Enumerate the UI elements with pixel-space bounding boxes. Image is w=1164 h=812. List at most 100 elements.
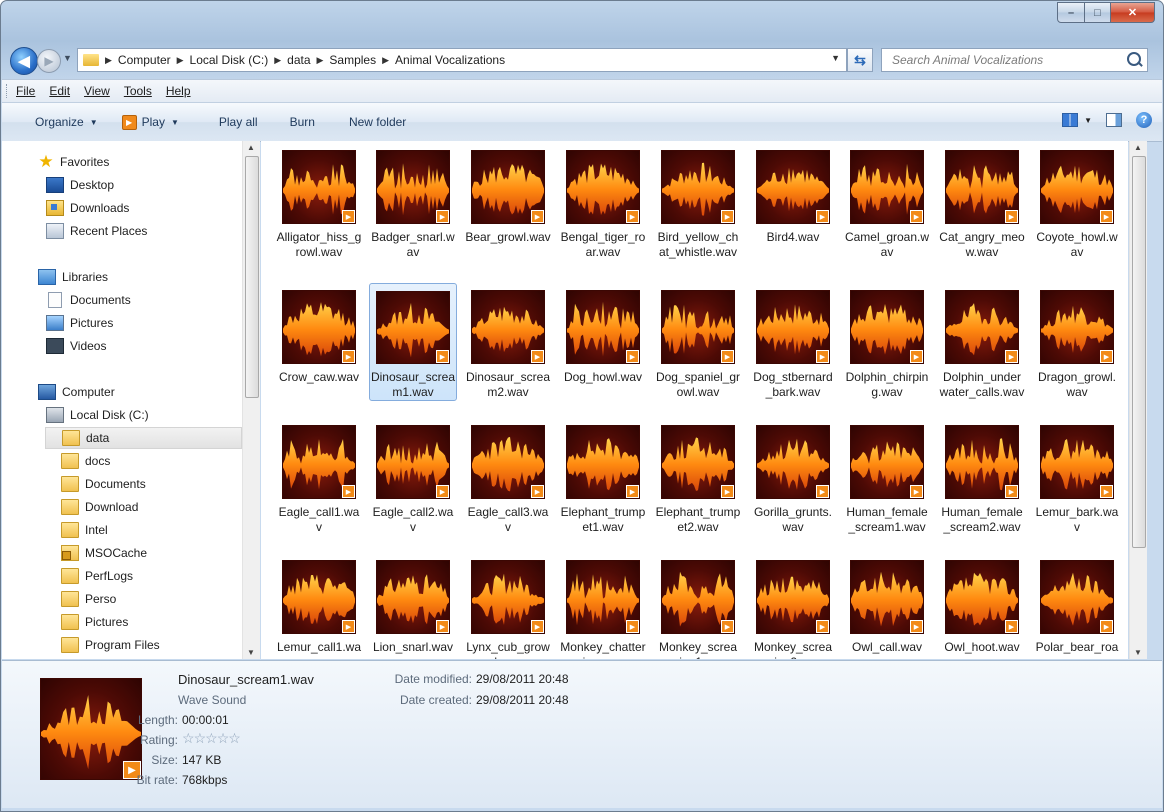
nav-item[interactable]: data [45, 427, 242, 449]
file-item[interactable]: ▶ Elephant_trumpet2.wav [654, 418, 742, 535]
nav-item[interactable]: Desktop [2, 174, 114, 196]
file-item[interactable]: ▶ Lemur_bark.wav [1033, 418, 1121, 535]
file-item[interactable]: ▶ Bird_yellow_chat_whistle.wav [654, 143, 742, 260]
file-item[interactable]: ▶ Lion_snarl.wav [369, 553, 457, 655]
file-item[interactable]: ▶ Crow_caw.wav [275, 283, 363, 385]
nav-item[interactable]: MSOCache [2, 542, 147, 564]
file-item[interactable]: ▶ Bird4.wav [749, 143, 837, 245]
breadcrumb-item[interactable]: Samples [329, 53, 376, 67]
breadcrumb-item[interactable]: Local Disk (C:) [190, 53, 269, 67]
nav-item[interactable]: Intel [2, 519, 108, 541]
file-item[interactable]: ▶ Cat_angry_meow.wav [938, 143, 1026, 260]
nav-item[interactable]: Download [2, 496, 138, 518]
new-folder-button[interactable]: New folder [349, 115, 406, 129]
file-item[interactable]: ▶ Dragon_growl.wav [1033, 283, 1121, 400]
file-item[interactable]: ▶ Eagle_call1.wav [275, 418, 363, 535]
breadcrumb-separator-icon[interactable]: ▶ [177, 55, 184, 66]
file-item[interactable]: ▶ Alligator_hiss_growl.wav [275, 143, 363, 260]
nav-item[interactable]: Recent Places [2, 220, 147, 242]
play-all-button[interactable]: Play all [219, 115, 258, 129]
breadcrumb-separator-icon[interactable]: ▶ [274, 55, 281, 66]
file-item[interactable]: ▶ Human_female_scream2.wav [938, 418, 1026, 535]
nav-item[interactable]: Pictures [2, 312, 113, 334]
file-item[interactable]: ▶ Human_female_scream1.wav [843, 418, 931, 535]
file-item[interactable]: ▶ Lynx_cub_growl.wav [464, 553, 552, 659]
file-item[interactable]: ▶ Owl_call.wav [843, 553, 931, 655]
help-icon[interactable]: ? [1136, 112, 1152, 128]
organize-button[interactable]: Organize ▼ [35, 115, 98, 129]
scroll-up-icon[interactable]: ▲ [247, 143, 255, 152]
scrollbar-thumb[interactable] [1132, 156, 1146, 548]
nav-item[interactable]: Local Disk (C:) [2, 404, 149, 426]
breadcrumb-item[interactable]: Animal Vocalizations [395, 53, 505, 67]
menu-help[interactable]: Help [166, 84, 191, 98]
menu-view[interactable]: View [84, 84, 110, 98]
change-view-button[interactable]: ▼ [1062, 113, 1092, 127]
file-item[interactable]: ▶ Dog_howl.wav [559, 283, 647, 385]
breadcrumb-separator-icon[interactable]: ▶ [382, 55, 389, 66]
file-item[interactable]: ▶ Eagle_call3.wav [464, 418, 552, 535]
file-item[interactable]: ▶ Polar_bear_roar.wav [1033, 553, 1121, 659]
nav-item[interactable]: Downloads [2, 197, 129, 219]
rating-star-icon[interactable]: ☆ [182, 730, 195, 746]
scroll-up-icon[interactable]: ▲ [1134, 143, 1142, 152]
rating-star-icon[interactable]: ☆ [205, 730, 218, 746]
breadcrumb-separator-icon[interactable]: ▶ [317, 55, 324, 66]
file-item[interactable]: ▶ Badger_snarl.wav [369, 143, 457, 260]
file-list-scrollbar[interactable]: ▲ ▼ [1129, 141, 1147, 659]
nav-item[interactable]: Libraries [2, 266, 108, 288]
nav-item[interactable]: Perso [2, 588, 116, 610]
burn-button[interactable]: Burn [290, 115, 315, 129]
file-item[interactable]: ▶ Dolphin_underwater_calls.wav [938, 283, 1026, 400]
nav-item[interactable]: docs [2, 450, 110, 472]
nav-item[interactable]: Computer [2, 381, 115, 403]
nav-item[interactable]: Program Files [2, 634, 160, 656]
rating-star-icon[interactable]: ☆ [217, 730, 230, 746]
rating-star-icon[interactable]: ☆ [194, 730, 207, 746]
file-item[interactable]: ▶ Dog_spaniel_growl.wav [654, 283, 742, 400]
nav-item[interactable]: ★ Favorites [2, 151, 109, 173]
maximize-button[interactable]: □ [1085, 2, 1111, 23]
nav-item[interactable]: PerfLogs [2, 565, 133, 587]
file-item[interactable]: ▶ Dolphin_chirping.wav [843, 283, 931, 400]
minimize-button[interactable]: – [1057, 2, 1085, 23]
file-item[interactable]: ▶ Monkey_chattering.wav [559, 553, 647, 659]
address-bar[interactable]: ▶ Computer ▶ Local Disk (C:) ▶ data ▶ Samples ▶ A… [77, 48, 847, 72]
search-input[interactable] [890, 52, 1124, 68]
breadcrumb-separator-icon[interactable]: ▶ [105, 55, 112, 66]
nav-item[interactable]: Documents [2, 289, 131, 311]
file-item[interactable]: ▶ Lemur_call1.wav [275, 553, 363, 659]
close-button[interactable]: ✕ [1111, 2, 1155, 23]
file-item[interactable]: ▶ Eagle_call2.wav [369, 418, 457, 535]
file-item[interactable]: ▶ Bear_growl.wav [464, 143, 552, 245]
preview-pane-icon[interactable] [1106, 113, 1122, 127]
file-item[interactable]: ▶ Dinosaur_scream1.wav [369, 283, 457, 401]
file-item[interactable]: ▶ Gorilla_grunts.wav [749, 418, 837, 535]
nav-item[interactable]: Pictures [2, 611, 128, 633]
file-item[interactable]: ▶ Camel_groan.wav [843, 143, 931, 260]
back-button[interactable]: ◀ [10, 47, 38, 75]
file-item[interactable]: ▶ Dinosaur_scream2.wav [464, 283, 552, 400]
play-button[interactable]: ▶ Play ▼ [121, 114, 179, 130]
breadcrumb-item[interactable]: data [287, 53, 310, 67]
nav-item[interactable]: Documents [2, 473, 146, 495]
rating-stars[interactable]: ☆☆☆☆☆ [182, 730, 241, 747]
scroll-down-icon[interactable]: ▼ [247, 648, 255, 657]
navigation-pane-scrollbar[interactable]: ▲ ▼ [242, 141, 260, 659]
menu-file[interactable]: File [16, 84, 35, 98]
file-item[interactable]: ▶ Dog_stbernard_bark.wav [749, 283, 837, 400]
file-item[interactable]: ▶ Elephant_trumpet1.wav [559, 418, 647, 535]
breadcrumb-item[interactable]: Computer [118, 53, 171, 67]
forward-button[interactable]: ▶ [37, 49, 61, 73]
search-icon[interactable] [1127, 52, 1141, 66]
scrollbar-thumb[interactable] [245, 156, 259, 398]
file-item[interactable]: ▶ Monkey_screaming1.wav [654, 553, 742, 659]
rating-star-icon[interactable]: ☆ [228, 730, 241, 746]
scroll-down-icon[interactable]: ▼ [1134, 648, 1142, 657]
file-item[interactable]: ▶ Owl_hoot.wav [938, 553, 1026, 655]
recent-pages-dropdown[interactable]: ▼ [63, 53, 72, 63]
menu-tools[interactable]: Tools [124, 84, 152, 98]
file-item[interactable]: ▶ Coyote_howl.wav [1033, 143, 1121, 260]
file-item[interactable]: ▶ Bengal_tiger_roar.wav [559, 143, 647, 260]
file-item[interactable]: ▶ Monkey_screaming2.wav [749, 553, 837, 659]
